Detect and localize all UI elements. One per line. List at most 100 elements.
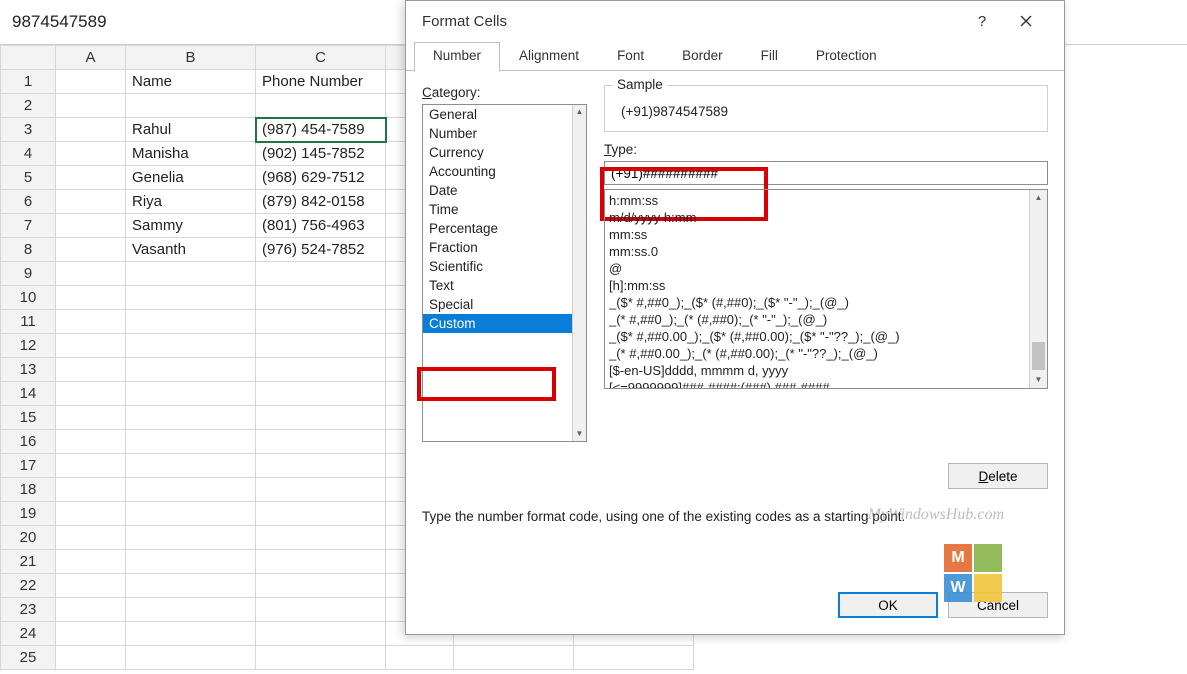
category-item[interactable]: Percentage	[423, 219, 572, 238]
row-header[interactable]: 6	[1, 190, 56, 214]
format-code-item[interactable]: m/d/yyyy h:mm	[609, 209, 1025, 226]
format-code-item[interactable]: [$-en-US]dddd, mmmm d, yyyy	[609, 362, 1025, 379]
row-header[interactable]: 4	[1, 142, 56, 166]
format-code-item[interactable]: _($* #,##0.00_);_($* (#,##0.00);_($* "-"…	[609, 328, 1025, 345]
cell[interactable]	[56, 262, 126, 286]
row-header[interactable]: 11	[1, 310, 56, 334]
cell[interactable]	[56, 190, 126, 214]
cancel-button[interactable]: Cancel	[948, 592, 1048, 618]
cell[interactable]	[56, 478, 126, 502]
cell[interactable]	[454, 646, 574, 670]
category-item[interactable]: Currency	[423, 143, 572, 162]
scroll-down-icon[interactable]: ▼	[573, 427, 586, 441]
category-item[interactable]: Text	[423, 276, 572, 295]
cell[interactable]: Rahul	[126, 118, 256, 142]
cell[interactable]	[126, 598, 256, 622]
row-header[interactable]: 5	[1, 166, 56, 190]
category-item[interactable]: Scientific	[423, 257, 572, 276]
cell[interactable]	[256, 406, 386, 430]
cell[interactable]	[126, 262, 256, 286]
type-input[interactable]	[604, 161, 1048, 185]
cell[interactable]	[256, 286, 386, 310]
cell[interactable]	[56, 310, 126, 334]
format-code-item[interactable]: mm:ss	[609, 226, 1025, 243]
cell[interactable]	[56, 646, 126, 670]
cell[interactable]	[126, 286, 256, 310]
cell[interactable]	[126, 646, 256, 670]
cell[interactable]	[256, 502, 386, 526]
cell[interactable]	[386, 646, 454, 670]
format-code-item[interactable]: @	[609, 260, 1025, 277]
row-header[interactable]: 15	[1, 406, 56, 430]
row-header[interactable]: 14	[1, 382, 56, 406]
row-header[interactable]: 2	[1, 94, 56, 118]
row-header[interactable]: 12	[1, 334, 56, 358]
tab-number[interactable]: Number	[414, 42, 500, 72]
cell[interactable]: Phone Number	[256, 70, 386, 94]
cell[interactable]	[126, 334, 256, 358]
row-header[interactable]: 19	[1, 502, 56, 526]
cell[interactable]: (879) 842-0158	[256, 190, 386, 214]
cell[interactable]	[256, 334, 386, 358]
row-header[interactable]: 17	[1, 454, 56, 478]
row-header[interactable]: 3	[1, 118, 56, 142]
cell[interactable]	[56, 286, 126, 310]
row-header[interactable]: 21	[1, 550, 56, 574]
cell[interactable]	[56, 166, 126, 190]
cell[interactable]	[126, 358, 256, 382]
cell[interactable]	[56, 358, 126, 382]
row-header[interactable]: 24	[1, 622, 56, 646]
format-code-listbox[interactable]: h:mm:ssm/d/yyyy h:mmmm:ssmm:ss.0@[h]:mm:…	[604, 189, 1048, 389]
cell[interactable]	[56, 238, 126, 262]
cell[interactable]	[56, 430, 126, 454]
cell[interactable]	[126, 478, 256, 502]
scroll-up-icon[interactable]: ▲	[573, 105, 586, 119]
cell[interactable]	[56, 454, 126, 478]
cell[interactable]	[56, 70, 126, 94]
column-header[interactable]: C	[256, 46, 386, 70]
row-header[interactable]: 9	[1, 262, 56, 286]
row-header[interactable]: 25	[1, 646, 56, 670]
category-item[interactable]: Date	[423, 181, 572, 200]
scrollbar[interactable]: ▲ ▼	[572, 105, 586, 441]
cell[interactable]	[126, 382, 256, 406]
format-code-item[interactable]: _(* #,##0_);_(* (#,##0);_(* "-"_);_(@_)	[609, 311, 1025, 328]
cell[interactable]	[256, 262, 386, 286]
cell[interactable]	[256, 430, 386, 454]
cell[interactable]	[56, 502, 126, 526]
cell[interactable]	[126, 310, 256, 334]
column-header[interactable]: B	[126, 46, 256, 70]
cell[interactable]: Vasanth	[126, 238, 256, 262]
cell[interactable]	[256, 574, 386, 598]
cell[interactable]	[256, 622, 386, 646]
cell[interactable]	[256, 310, 386, 334]
cell[interactable]	[256, 646, 386, 670]
cell[interactable]	[126, 622, 256, 646]
help-icon[interactable]: ?	[960, 5, 1004, 37]
cell[interactable]	[126, 574, 256, 598]
row-header[interactable]: 16	[1, 430, 56, 454]
category-item[interactable]: Time	[423, 200, 572, 219]
tab-fill[interactable]: Fill	[742, 42, 797, 72]
format-code-item[interactable]: [<=9999999]###-####;(###) ###-####	[609, 379, 1025, 389]
cell[interactable]	[126, 94, 256, 118]
format-code-item[interactable]: h:mm:ss	[609, 192, 1025, 209]
cell[interactable]: (968) 629-7512	[256, 166, 386, 190]
cell[interactable]	[126, 526, 256, 550]
format-code-item[interactable]: _(* #,##0.00_);_(* (#,##0.00);_(* "-"??_…	[609, 345, 1025, 362]
row-header[interactable]: 7	[1, 214, 56, 238]
row-header[interactable]: 20	[1, 526, 56, 550]
category-item[interactable]: Fraction	[423, 238, 572, 257]
tab-border[interactable]: Border	[663, 42, 742, 72]
cell[interactable]	[56, 334, 126, 358]
delete-button[interactable]: Delete	[948, 463, 1048, 489]
cell[interactable]: Name	[126, 70, 256, 94]
tab-font[interactable]: Font	[598, 42, 663, 72]
cell[interactable]	[126, 430, 256, 454]
scroll-thumb[interactable]	[1032, 342, 1045, 370]
cell[interactable]	[256, 526, 386, 550]
row-header[interactable]: 18	[1, 478, 56, 502]
category-item[interactable]: General	[423, 105, 572, 124]
cell[interactable]	[574, 646, 694, 670]
row-header[interactable]: 10	[1, 286, 56, 310]
